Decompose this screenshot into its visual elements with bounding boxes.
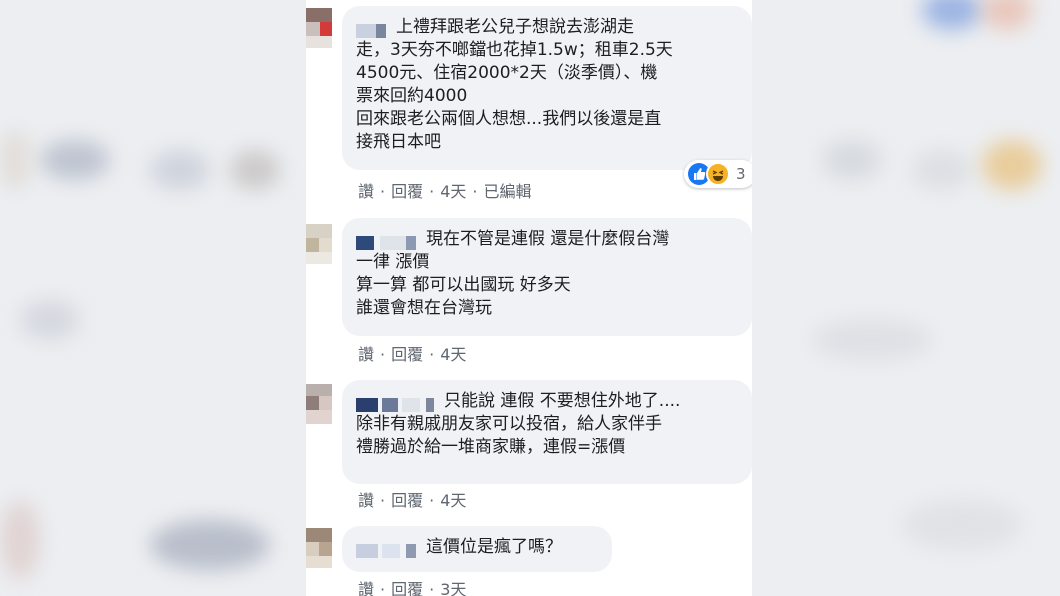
comment-bubble: 只能說 連假 不要想住外地了.... 除非有親戚朋友家可以投宿，給人家伴手 禮勝… (342, 380, 752, 484)
timestamp-link[interactable]: 4天 (440, 345, 466, 364)
blurred-author-name[interactable] (356, 540, 416, 558)
avatar[interactable] (306, 224, 332, 264)
avatar[interactable] (306, 384, 332, 424)
comment-actions: 讚 · 回覆 · 4天 (358, 341, 466, 365)
like-link[interactable]: 讚 (358, 182, 374, 201)
comment-text: 走，3天夯不啷鐺也花掉1.5w；租車2.5天 (356, 40, 673, 60)
reaction-summary[interactable]: 3 (684, 160, 752, 188)
blurred-background-left (0, 0, 306, 596)
comment-text: 一律 漲價 (356, 252, 430, 272)
like-link[interactable]: 讚 (358, 345, 374, 364)
comment-text: 這價位是瘋了嗎？ (426, 537, 562, 557)
separator: · (380, 580, 386, 596)
separator: · (429, 580, 435, 596)
haha-icon (706, 162, 730, 186)
blurred-background-right (752, 0, 1060, 596)
blurred-author-name[interactable] (356, 232, 416, 250)
comment-text: 算一算 都可以出國玩 好多天 (356, 275, 571, 295)
comment-bubble: 這價位是瘋了嗎？ (342, 526, 612, 572)
reaction-count: 3 (736, 165, 746, 183)
comment-text: 只能說 連假 不要想住外地了.... (444, 391, 681, 411)
comment-text: 票來回約4000 (356, 86, 468, 106)
comment-text: 接飛日本吧 (356, 132, 441, 152)
separator: · (380, 491, 386, 510)
comment-actions: 讚 · 回覆 · 3天 (358, 576, 466, 596)
separator: · (429, 491, 435, 510)
like-link[interactable]: 讚 (358, 580, 374, 596)
edited-label[interactable]: 已編輯 (484, 182, 532, 201)
separator: · (429, 345, 435, 364)
comment-text: 除非有親戚朋友家可以投宿，給人家伴手 (356, 414, 662, 434)
comments-panel: 上禮拜跟老公兒子想說去澎湖走 走，3天夯不啷鐺也花掉1.5w；租車2.5天 45… (306, 0, 752, 596)
comment-text: 回來跟老公兩個人想想...我們以後還是直 (356, 109, 662, 129)
comment-bubble: 上禮拜跟老公兒子想說去澎湖走 走，3天夯不啷鐺也花掉1.5w；租車2.5天 45… (342, 6, 752, 170)
comment-text: 誰還會想在台灣玩 (356, 298, 492, 318)
comment-actions: 讚 · 回覆 · 4天 (358, 487, 466, 511)
avatar[interactable] (306, 528, 332, 568)
comment-text: 禮勝過於給一堆商家賺，連假=漲價 (356, 437, 626, 457)
blurred-author-name[interactable] (356, 20, 386, 38)
reply-link[interactable]: 回覆 (391, 491, 423, 510)
separator: · (380, 345, 386, 364)
timestamp-link[interactable]: 4天 (440, 182, 466, 201)
comment-text: 現在不管是連假 還是什麼假台灣 (426, 229, 670, 249)
comment-text: 4500元、住宿2000*2天（淡季價）、機 (356, 63, 658, 83)
reply-link[interactable]: 回覆 (391, 182, 423, 201)
timestamp-link[interactable]: 4天 (440, 491, 466, 510)
reply-link[interactable]: 回覆 (391, 580, 423, 596)
blurred-author-name[interactable] (356, 394, 434, 412)
separator: · (429, 182, 435, 201)
like-link[interactable]: 讚 (358, 491, 374, 510)
timestamp-link[interactable]: 3天 (440, 580, 466, 596)
avatar[interactable] (306, 8, 332, 48)
comment-text: 上禮拜跟老公兒子想說去澎湖走 (396, 17, 634, 37)
separator: · (380, 182, 386, 201)
reply-link[interactable]: 回覆 (391, 345, 423, 364)
separator: · (472, 182, 478, 201)
comment-bubble: 現在不管是連假 還是什麼假台灣 一律 漲價 算一算 都可以出國玩 好多天 誰還會… (342, 218, 752, 336)
comment-actions: 讚 · 回覆 · 4天 · 已編輯 (358, 178, 532, 202)
